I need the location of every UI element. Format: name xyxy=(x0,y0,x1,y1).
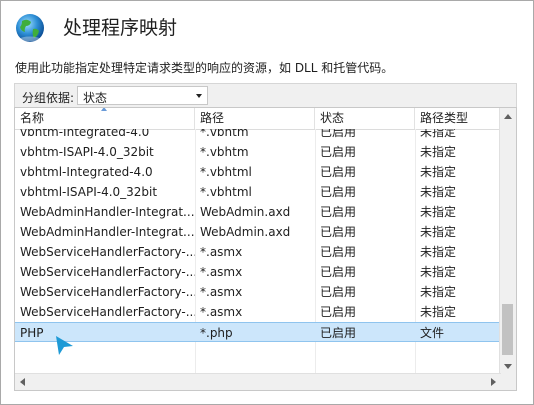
cell-name: WebServiceHandlerFactory-... xyxy=(20,265,195,279)
globe-icon xyxy=(16,14,44,42)
cell-path-type: 未指定 xyxy=(420,265,457,279)
table-row[interactable]: vbhtml-Integrated-4.0 *.vbhtml 已启用 未指定 xyxy=(15,162,501,182)
column-header-path-type[interactable]: 路径类型 xyxy=(415,108,501,129)
cell-state: 已启用 xyxy=(320,305,357,319)
table-header: 名称 路径 状态 路径类型 xyxy=(15,108,501,130)
column-header-name[interactable]: 名称 xyxy=(15,108,195,129)
page-description: 使用此功能指定处理特定请求类型的响应的资源，如 DLL 和托管代码。 xyxy=(15,61,394,75)
column-header-path[interactable]: 路径 xyxy=(195,108,315,129)
cell-name: vbhtm-ISAPI-4.0_32bit xyxy=(20,145,154,159)
cell-name: vbhtm-Integrated-4.0 xyxy=(20,129,150,139)
table-row[interactable]: vbhtm-ISAPI-4.0_32bit *.vbhtm 已启用 未指定 xyxy=(15,142,501,162)
cell-name: WebAdminHandler-Integrat... xyxy=(20,205,195,219)
cell-path: *.vbhtml xyxy=(200,165,252,179)
cell-path: *.asmx xyxy=(200,285,243,299)
group-by-bar: 分组依据: 状态 xyxy=(14,83,517,107)
table-row[interactable]: WebServiceHandlerFactory-... *.asmx 已启用 未指定 xyxy=(15,282,501,302)
table-row[interactable]: WebServiceHandlerFactory-... *.asmx 已启用 未指定 xyxy=(15,242,501,262)
cell-path: *.asmx xyxy=(200,305,243,319)
cell-path-type: 未指定 xyxy=(420,285,457,299)
cell-path-type: 未指定 xyxy=(420,245,457,259)
page-title: 处理程序映射 xyxy=(63,17,178,39)
cell-name: WebServiceHandlerFactory-... xyxy=(20,285,195,299)
cell-path: WebAdmin.axd xyxy=(200,205,291,219)
cell-name: vbhtml-Integrated-4.0 xyxy=(20,165,153,179)
cell-name: PHP xyxy=(20,326,44,340)
cell-path-type: 未指定 xyxy=(420,305,457,319)
cell-state: 已启用 xyxy=(320,165,357,179)
table-row[interactable]: vbhtm-Integrated-4.0 *.vbhtm 已启用 未指定 xyxy=(15,129,501,142)
cell-path: *.vbhtml xyxy=(200,185,252,199)
cell-state: 已启用 xyxy=(320,285,357,299)
handler-mappings-grid: 名称 路径 状态 路径类型 vbhtm-Integrated-4.0 *.vbht… xyxy=(14,107,517,391)
cell-path-type: 未指定 xyxy=(420,225,457,239)
cell-name: WebServiceHandlerFactory-... xyxy=(20,245,195,259)
scroll-left-icon[interactable] xyxy=(20,378,25,386)
scroll-down-icon[interactable] xyxy=(504,364,512,369)
table-row[interactable]: WebAdminHandler-Integrat... WebAdmin.axd 已… xyxy=(15,202,501,222)
cell-path: *.asmx xyxy=(200,245,243,259)
cell-state: 已启用 xyxy=(320,185,357,199)
sort-ascending-icon xyxy=(101,108,107,111)
cell-state: 已启用 xyxy=(320,245,357,259)
cell-path-type: 文件 xyxy=(420,326,445,340)
cell-path: *.vbhtm xyxy=(200,129,249,139)
cell-state: 已启用 xyxy=(320,205,357,219)
cell-path: *.php xyxy=(200,326,233,340)
table-row[interactable]: PHP *.php 已启用 文件 xyxy=(15,322,501,342)
table-body: vbhtm-Integrated-4.0 *.vbhtm 已启用 未指定 vbhtm-I… xyxy=(15,129,501,376)
cell-path-type: 未指定 xyxy=(420,145,457,159)
group-by-value: 状态 xyxy=(83,91,108,105)
table-row[interactable]: WebServiceHandlerFactory-... *.asmx 已启用 未指定 xyxy=(15,302,501,322)
mouse-cursor-icon xyxy=(56,336,73,355)
table-row[interactable]: WebServiceHandlerFactory-... *.asmx 已启用 未指定 xyxy=(15,262,501,282)
cell-path: *.vbhtm xyxy=(200,145,249,159)
scroll-up-icon[interactable] xyxy=(504,114,512,119)
cell-path-type: 未指定 xyxy=(420,185,457,199)
table-row[interactable]: WebAdminHandler-Integrat... WebAdmin.axd 已… xyxy=(15,222,501,242)
cell-state: 已启用 xyxy=(320,145,357,159)
group-by-label: 分组依据: xyxy=(22,91,75,105)
cell-state: 已启用 xyxy=(320,129,357,139)
scroll-thumb[interactable] xyxy=(502,304,513,355)
cell-state: 已启用 xyxy=(320,265,357,279)
scrollbar-corner xyxy=(500,374,516,390)
cell-name: WebAdminHandler-Integrat... xyxy=(20,225,195,239)
cell-name: WebServiceHandlerFactory-... xyxy=(20,305,195,319)
cell-state: 已启用 xyxy=(320,326,357,340)
cell-path: WebAdmin.axd xyxy=(200,225,291,239)
column-header-state[interactable]: 状态 xyxy=(315,108,415,129)
scroll-right-icon[interactable] xyxy=(491,378,496,386)
vertical-scrollbar[interactable] xyxy=(499,108,516,375)
horizontal-scrollbar[interactable] xyxy=(15,373,501,390)
cell-path-type: 未指定 xyxy=(420,205,457,219)
cell-path-type: 未指定 xyxy=(420,129,457,139)
chevron-down-icon xyxy=(196,94,202,98)
table-row[interactable]: vbhtml-ISAPI-4.0_32bit *.vbhtml 已启用 未指定 xyxy=(15,182,501,202)
cell-path: *.asmx xyxy=(200,265,243,279)
cell-state: 已启用 xyxy=(320,225,357,239)
group-by-select[interactable]: 状态 xyxy=(77,86,208,105)
window-frame: 处理程序映射 使用此功能指定处理特定请求类型的响应的资源，如 DLL 和托管代码… xyxy=(0,0,534,405)
cell-name: vbhtml-ISAPI-4.0_32bit xyxy=(20,185,158,199)
cell-path-type: 未指定 xyxy=(420,165,457,179)
